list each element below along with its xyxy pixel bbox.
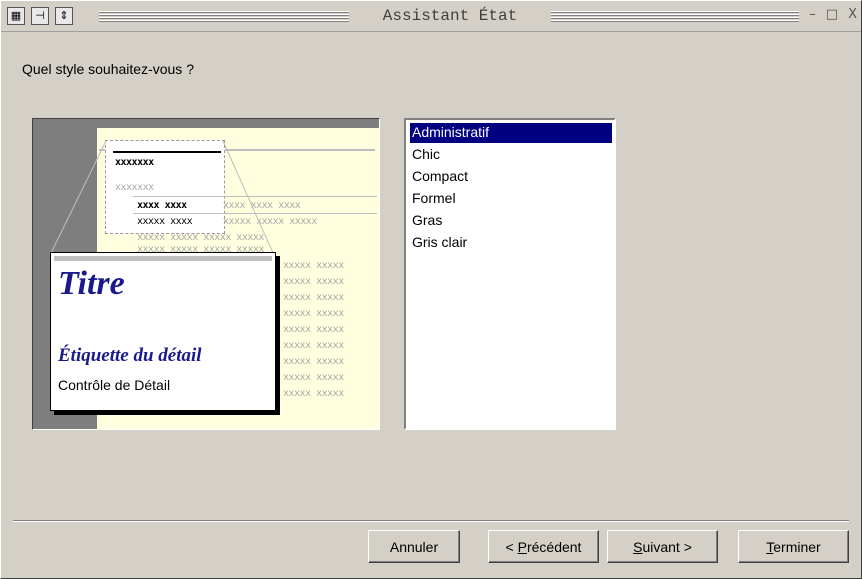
maximize-icon[interactable]: □	[826, 7, 838, 22]
finish-button[interactable]: Terminer	[738, 530, 849, 563]
close-icon[interactable]: X	[848, 7, 857, 22]
previous-button[interactable]: < Précédent	[488, 530, 599, 563]
preview-title: Titre	[58, 265, 125, 302]
style-listbox[interactable]: Administratif Chic Compact Formel Gras G…	[404, 118, 616, 430]
title-stripes-right	[551, 11, 799, 23]
title-bar[interactable]: ▦ ⊣ ⇕ Assistant État – □ X	[1, 1, 861, 32]
style-item[interactable]: Formel	[410, 189, 610, 209]
question-label: Quel style souhaitez-vous ?	[22, 61, 194, 77]
style-item[interactable]: Gris clair	[410, 233, 610, 253]
window-title: Assistant État	[357, 7, 543, 25]
previous-button-prefix: <	[505, 539, 518, 555]
finish-button-rest: erminer	[773, 539, 821, 555]
style-item[interactable]: Administratif	[410, 123, 612, 143]
style-item[interactable]: Gras	[410, 211, 610, 231]
cancel-button-label: Annuler	[389, 539, 439, 555]
next-button[interactable]: Suivant >	[607, 530, 718, 563]
previous-button-mnemonic: P	[517, 539, 527, 555]
title-bar-icons: ▦ ⊣ ⇕	[7, 7, 73, 25]
app-menu-icon[interactable]: ▦	[7, 7, 25, 25]
style-item[interactable]: Compact	[410, 167, 610, 187]
window-controls: – □ X	[809, 7, 857, 22]
cancel-button[interactable]: Annuler	[368, 530, 460, 563]
footer-separator-highlight	[13, 521, 849, 522]
preview-zoom-box: Titre Étiquette du détail Contrôle de Dé…	[50, 252, 276, 411]
minimize-icon[interactable]: –	[809, 7, 816, 22]
pin-icon[interactable]: ⊣	[31, 7, 49, 25]
title-stripes-left	[99, 11, 349, 23]
arrows-icon[interactable]: ⇕	[55, 7, 73, 25]
next-button-rest: uivant >	[642, 539, 692, 555]
preview-detail-label: Étiquette du détail	[58, 345, 202, 366]
preview-detail-control: Contrôle de Détail	[58, 377, 171, 393]
zoom-header-bar	[54, 256, 272, 261]
wizard-window: ▦ ⊣ ⇕ Assistant État – □ X Quel style so…	[0, 0, 862, 579]
style-preview: xxxxxxx xxxxxxx xxxx xxxx xxxx xxxx xxxx…	[32, 118, 380, 430]
style-item[interactable]: Chic	[410, 145, 610, 165]
previous-button-rest: récédent	[526, 539, 582, 555]
